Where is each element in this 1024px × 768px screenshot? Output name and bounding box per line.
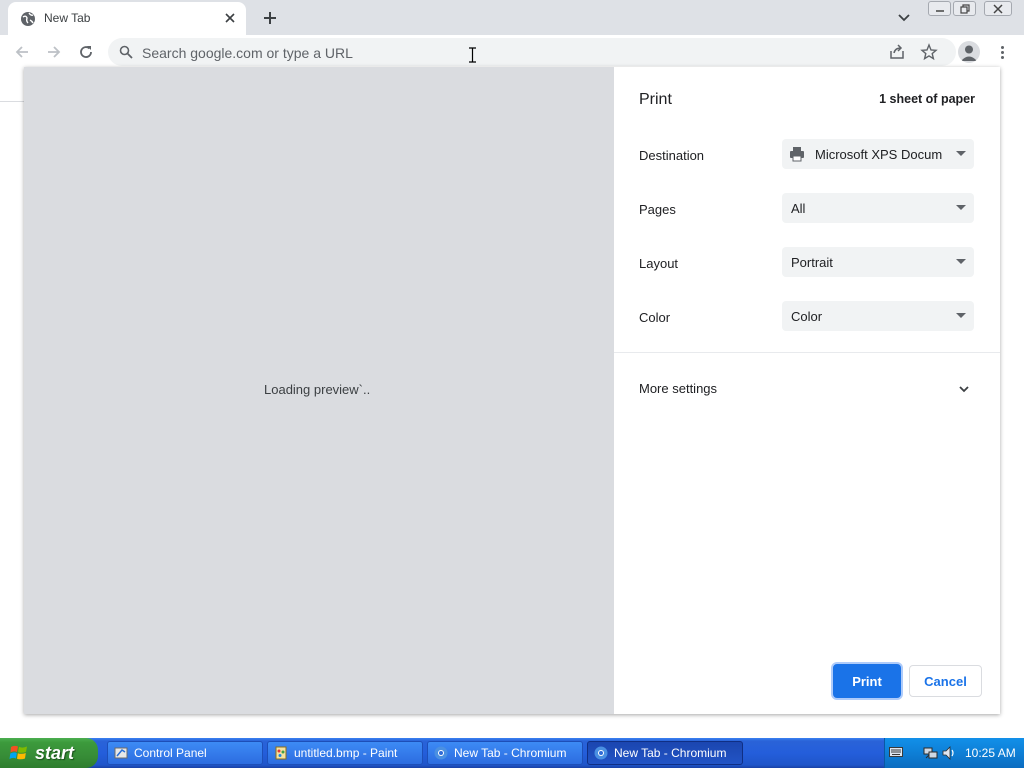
print-title: Print bbox=[639, 91, 672, 108]
back-button[interactable] bbox=[11, 41, 33, 63]
minimize-icon bbox=[935, 9, 944, 12]
address-bar-placeholder: Search google.com or type a URL bbox=[142, 45, 353, 61]
forward-button[interactable] bbox=[43, 41, 65, 63]
taskbar-item-label: New Tab - Chromium bbox=[614, 746, 727, 760]
window-close-button[interactable] bbox=[984, 1, 1012, 16]
arrow-left-icon bbox=[15, 46, 28, 58]
browser-menu-button[interactable] bbox=[994, 43, 1010, 61]
print-settings-panel: Print 1 sheet of paper Destination Micro… bbox=[614, 67, 1000, 714]
reload-button[interactable] bbox=[75, 41, 97, 63]
print-button[interactable]: Print bbox=[833, 664, 901, 698]
more-settings-label: More settings bbox=[639, 381, 718, 396]
cancel-button[interactable]: Cancel bbox=[909, 665, 982, 697]
taskbar-item-label: Control Panel bbox=[134, 746, 207, 760]
share-icon[interactable] bbox=[888, 43, 906, 61]
pages-label: Pages bbox=[639, 202, 676, 217]
destination-value: Microsoft XPS Docum bbox=[815, 147, 943, 162]
pages-value: All bbox=[791, 201, 806, 216]
printer-icon bbox=[790, 147, 804, 162]
minimize-button[interactable] bbox=[928, 1, 951, 16]
restore-button[interactable] bbox=[953, 1, 976, 16]
chevron-down-icon bbox=[898, 14, 910, 22]
text-cursor-icon bbox=[469, 47, 476, 63]
taskbar-item-chromium[interactable]: New Tab - Chromium bbox=[427, 741, 583, 765]
address-bar[interactable]: Search google.com or type a URL bbox=[108, 38, 956, 66]
arrow-right-icon bbox=[48, 46, 61, 58]
tab-new-tab[interactable]: New Tab bbox=[8, 2, 246, 35]
divider bbox=[614, 352, 1000, 353]
tab-search-button[interactable] bbox=[894, 8, 914, 28]
more-settings-toggle[interactable]: More settings bbox=[614, 371, 1000, 407]
system-tray: 10:25 AM bbox=[884, 738, 1024, 768]
color-select[interactable]: Color bbox=[782, 301, 974, 331]
chevron-down-icon bbox=[956, 259, 966, 264]
system-clock: 10:25 AM bbox=[965, 746, 1016, 760]
close-icon[interactable] bbox=[222, 10, 238, 26]
sheet-count: 1 sheet of paper bbox=[879, 92, 975, 106]
chevron-down-icon bbox=[956, 313, 966, 318]
destination-select[interactable]: Microsoft XPS Docum bbox=[782, 139, 974, 169]
restore-icon bbox=[959, 3, 970, 14]
chevron-down-icon bbox=[956, 205, 966, 210]
new-tab-button[interactable] bbox=[259, 7, 281, 29]
profile-avatar[interactable] bbox=[958, 41, 980, 63]
destination-label: Destination bbox=[639, 148, 705, 163]
globe-icon bbox=[21, 12, 35, 26]
layout-select[interactable]: Portrait bbox=[782, 247, 974, 277]
tab-strip: New Tab bbox=[0, 0, 1024, 35]
network-icon[interactable] bbox=[923, 745, 939, 761]
person-icon bbox=[961, 45, 977, 61]
color-value: Color bbox=[791, 309, 823, 324]
taskbar-item-label: New Tab - Chromium bbox=[454, 746, 567, 760]
color-label: Color bbox=[639, 310, 671, 325]
layout-label: Layout bbox=[639, 256, 679, 271]
taskbar-item-control-panel[interactable]: Control Panel bbox=[107, 741, 263, 765]
page-divider bbox=[0, 101, 24, 102]
keyboard-icon[interactable] bbox=[889, 746, 903, 758]
print-dialog: Loading preview`.. Print 1 sheet of pape… bbox=[24, 67, 1000, 714]
paint-icon bbox=[275, 746, 287, 760]
volume-icon[interactable] bbox=[941, 745, 957, 761]
taskbar: start Control Panel untitled.bmp - Paint… bbox=[0, 738, 1024, 768]
search-icon bbox=[119, 45, 133, 59]
start-button[interactable]: start bbox=[0, 738, 98, 768]
print-preview-area: Loading preview`.. bbox=[24, 67, 614, 714]
chromium-icon bbox=[594, 746, 608, 760]
start-label: start bbox=[35, 742, 75, 763]
taskbar-item-chromium-active[interactable]: New Tab - Chromium bbox=[587, 741, 743, 765]
chromium-icon bbox=[434, 746, 448, 760]
reload-icon bbox=[80, 46, 92, 58]
pages-select[interactable]: All bbox=[782, 193, 974, 223]
taskbar-item-label: untitled.bmp - Paint bbox=[294, 746, 398, 760]
close-icon bbox=[993, 3, 1003, 14]
layout-value: Portrait bbox=[791, 255, 833, 270]
preview-loading-text: Loading preview`.. bbox=[264, 382, 371, 397]
control-panel-icon bbox=[114, 747, 128, 759]
bookmark-star-icon[interactable] bbox=[920, 43, 938, 61]
browser-toolbar: Search google.com or type a URL bbox=[0, 35, 1024, 69]
tab-title: New Tab bbox=[44, 11, 91, 25]
taskbar-item-paint[interactable]: untitled.bmp - Paint bbox=[267, 741, 423, 765]
chevron-down-icon bbox=[959, 386, 969, 393]
chevron-down-icon bbox=[956, 151, 966, 156]
windows-logo-icon bbox=[9, 745, 27, 760]
plus-icon bbox=[264, 12, 276, 24]
